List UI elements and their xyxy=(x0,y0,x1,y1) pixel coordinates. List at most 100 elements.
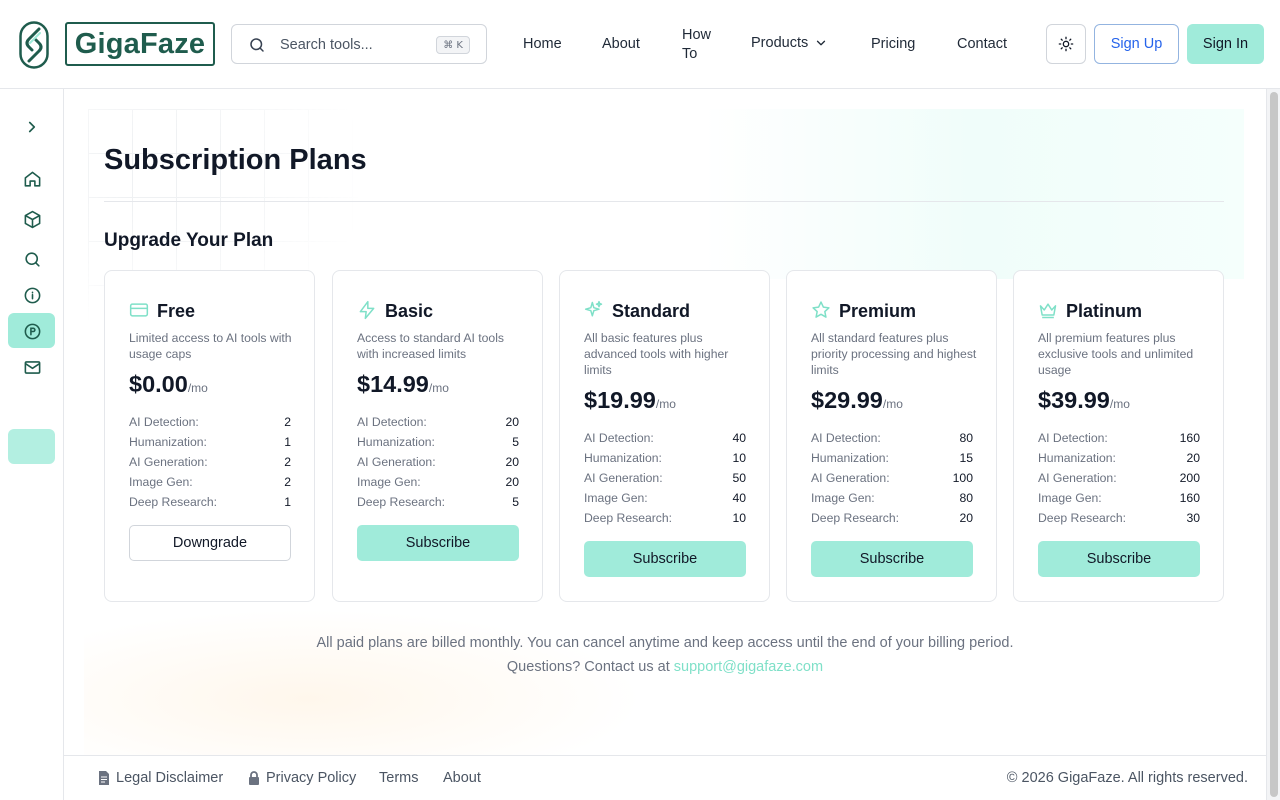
plan-limits: AI Detection: 20 Humanization: 5 AI Genera… xyxy=(357,412,519,512)
limit-label: AI Generation: xyxy=(584,471,663,485)
sign-up-button[interactable]: Sign Up xyxy=(1094,24,1179,64)
limit-value: 200 xyxy=(1179,471,1200,485)
footer-terms-link[interactable]: Terms xyxy=(379,770,418,786)
limit-row: Deep Research: 5 xyxy=(357,492,519,512)
plan-card-free: Free Limited access to AI tools with usa… xyxy=(104,270,315,602)
search-shortcut-badge: ⌘ K xyxy=(436,36,470,54)
plan-limits: AI Detection: 80 Humanization: 15 AI Gener… xyxy=(811,428,973,528)
limit-row: AI Detection: 2 xyxy=(129,412,291,432)
subscribe-button-premium[interactable]: Subscribe xyxy=(811,541,973,577)
plan-price-value: $0.00 xyxy=(129,371,188,397)
limit-value: 160 xyxy=(1179,491,1200,505)
scrollbar-thumb[interactable] xyxy=(1270,92,1278,797)
plan-price-value: $14.99 xyxy=(357,371,429,397)
limit-label: Deep Research: xyxy=(1038,511,1127,525)
plan-name: Standard xyxy=(612,301,691,321)
limit-label: AI Detection: xyxy=(811,431,881,445)
nav-products-dropdown[interactable]: Products xyxy=(751,35,828,51)
downgrade-button[interactable]: Downgrade xyxy=(129,525,291,561)
sidebar-item-about[interactable] xyxy=(22,285,42,305)
billing-note: All paid plans are billed monthly. You c… xyxy=(316,635,1014,651)
limit-row: Deep Research: 30 xyxy=(1038,508,1200,528)
home-icon xyxy=(24,171,40,187)
plan-limits: AI Detection: 160 Humanization: 20 AI Gene… xyxy=(1038,428,1200,528)
limit-label: AI Generation: xyxy=(1038,471,1117,485)
page-title: Subscription Plans xyxy=(104,144,367,176)
limit-row: AI Detection: 160 xyxy=(1038,428,1200,448)
nav-home[interactable]: Home xyxy=(523,36,562,52)
chevron-right-icon xyxy=(28,121,36,133)
search-box[interactable]: ⌘ K xyxy=(231,24,487,64)
sidebar-item-home[interactable] xyxy=(22,169,42,189)
star-icon xyxy=(812,301,830,318)
limit-value: 20 xyxy=(505,415,519,429)
background-tint xyxy=(704,109,1244,279)
limit-row: AI Detection: 40 xyxy=(584,428,746,448)
plan-card-premium: Premium All standard features plus prior… xyxy=(786,270,997,602)
sidebar-item-contact[interactable] xyxy=(22,357,42,377)
theme-toggle-button[interactable] xyxy=(1046,24,1086,64)
limit-label: AI Detection: xyxy=(1038,431,1108,445)
limit-label: AI Detection: xyxy=(584,431,654,445)
limit-value: 20 xyxy=(505,455,519,469)
nav-contact[interactable]: Contact xyxy=(957,36,1007,52)
plan-price-unit: /mo xyxy=(428,381,449,395)
limit-label: Deep Research: xyxy=(584,511,673,525)
footer-legal-label: Legal Disclaimer xyxy=(116,770,224,786)
limit-value: 80 xyxy=(959,491,973,505)
sidebar-item-search[interactable] xyxy=(22,249,42,269)
limit-label: Deep Research: xyxy=(357,495,446,509)
limit-value: 40 xyxy=(732,491,746,505)
sidebar-item-products[interactable] xyxy=(22,209,42,229)
sidebar-item-pricing-icon-wrap[interactable] xyxy=(22,321,42,341)
credit-card-icon xyxy=(129,303,149,317)
pricing-p-icon xyxy=(24,323,40,339)
footer-about-link[interactable]: About xyxy=(443,770,481,786)
brand-logo[interactable]: GigaFaze xyxy=(65,22,215,66)
subscribe-button-platinum[interactable]: Subscribe xyxy=(1038,541,1200,577)
nav-about[interactable]: About xyxy=(602,36,640,52)
plan-description: All standard features plus priority proc… xyxy=(811,331,977,377)
footer-legal-link[interactable]: Legal Disclaimer xyxy=(98,770,223,786)
plan-price-unit: /mo xyxy=(187,381,208,395)
logo-icon[interactable] xyxy=(19,21,49,69)
plan-limits: AI Detection: 2 Humanization: 1 AI Generat… xyxy=(129,412,291,512)
sidebar-expand-button[interactable] xyxy=(22,117,42,137)
limit-value: 20 xyxy=(959,511,973,525)
page-scrollbar[interactable] xyxy=(1266,89,1280,800)
limit-value: 1 xyxy=(284,495,291,509)
nav-how-to[interactable]: How To xyxy=(682,26,711,64)
limit-row: Deep Research: 1 xyxy=(129,492,291,512)
limit-row: Image Gen: 2 xyxy=(129,472,291,492)
plan-price: $14.99/mo xyxy=(357,371,449,398)
limit-label: Humanization: xyxy=(129,435,207,449)
plan-price: $29.99/mo xyxy=(811,387,903,414)
limit-label: Image Gen: xyxy=(584,491,648,505)
limit-label: AI Generation: xyxy=(129,455,208,469)
plan-limits: AI Detection: 40 Humanization: 10 AI Gener… xyxy=(584,428,746,528)
limit-label: Image Gen: xyxy=(811,491,875,505)
nav-pricing[interactable]: Pricing xyxy=(871,36,915,52)
footer-privacy-link[interactable]: Privacy Policy xyxy=(248,770,356,786)
section-title: Upgrade Your Plan xyxy=(104,230,274,251)
sidebar-placeholder-block[interactable] xyxy=(8,429,55,464)
limit-row: Deep Research: 10 xyxy=(584,508,746,528)
limit-row: Humanization: 10 xyxy=(584,448,746,468)
limit-value: 20 xyxy=(1186,451,1200,465)
plan-name: Free xyxy=(157,301,196,321)
limit-label: Image Gen: xyxy=(129,475,193,489)
search-input[interactable] xyxy=(280,34,430,56)
support-email-link[interactable]: support@gigafaze.com xyxy=(674,659,823,675)
limit-value: 80 xyxy=(959,431,973,445)
plan-description: All basic features plus advanced tools w… xyxy=(584,331,729,377)
limit-row: Deep Research: 20 xyxy=(811,508,973,528)
footer: Legal Disclaimer Privacy Policy Terms Ab… xyxy=(64,755,1266,800)
sign-in-button[interactable]: Sign In xyxy=(1187,24,1264,64)
limit-row: AI Generation: 50 xyxy=(584,468,746,488)
plan-price: $19.99/mo xyxy=(584,387,676,414)
subscribe-button-basic[interactable]: Subscribe xyxy=(357,525,519,561)
subscribe-button-standard[interactable]: Subscribe xyxy=(584,541,746,577)
copyright-text: © 2026 GigaFaze. All rights reserved. xyxy=(1006,770,1248,786)
limit-label: Humanization: xyxy=(1038,451,1116,465)
plan-card-basic: Basic Access to standard AI tools with i… xyxy=(332,270,543,602)
